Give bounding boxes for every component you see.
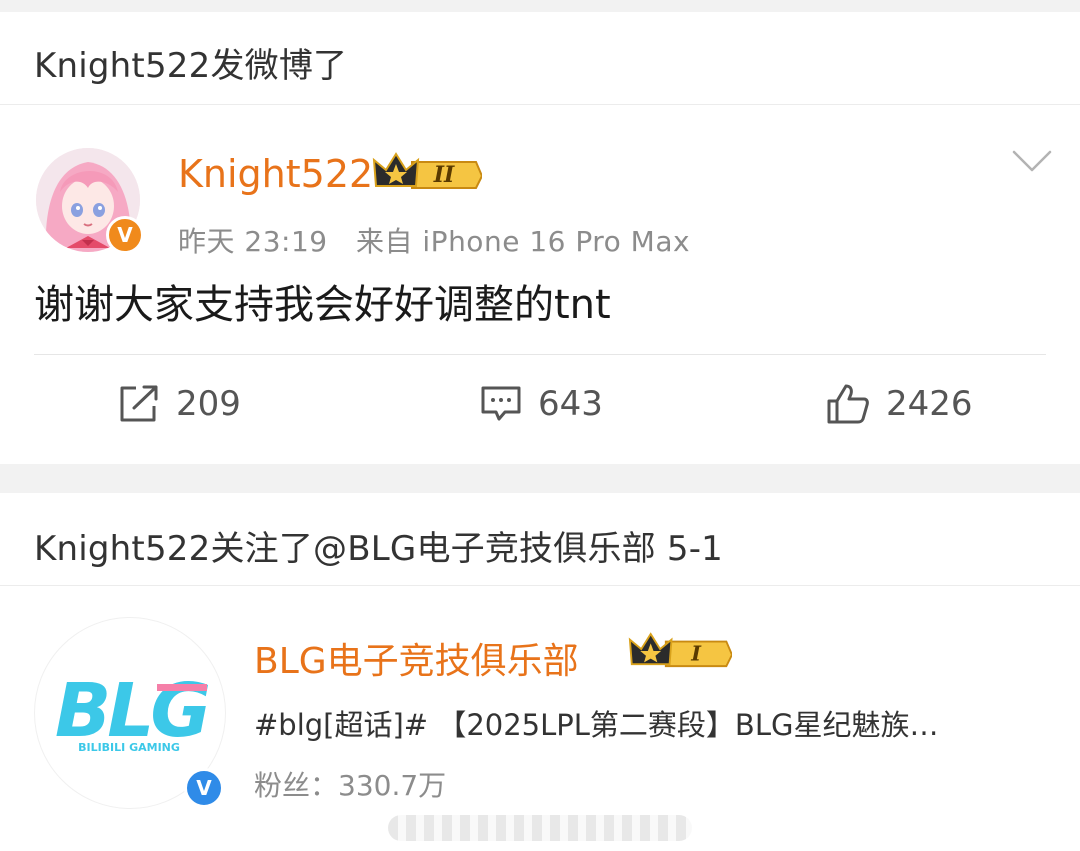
thumbs-up-icon bbox=[827, 384, 869, 424]
level-badge-text-blg: I bbox=[690, 640, 702, 665]
level-badge-text: II bbox=[433, 162, 455, 188]
follow-section-title: Knight522关注了@BLG电子竞技俱乐部 5-1 bbox=[34, 529, 724, 569]
like-button[interactable]: 2426 bbox=[826, 382, 973, 426]
repost-button[interactable]: 209 bbox=[118, 382, 241, 426]
horizontal-scroll-indicator[interactable] bbox=[388, 815, 692, 841]
comment-button[interactable]: 643 bbox=[480, 382, 603, 426]
blg-fans-count: 粉丝：330.7万 bbox=[254, 769, 447, 802]
chevron-down-icon[interactable] bbox=[1012, 148, 1052, 174]
blg-logo-subtext: BILIBILI GAMING bbox=[78, 741, 180, 754]
post-time: 昨天 23:19 bbox=[178, 225, 328, 258]
post-divider bbox=[34, 354, 1046, 355]
repost-count: 209 bbox=[176, 384, 241, 424]
post-body-text: 谢谢大家支持我会好好调整的tnt bbox=[34, 282, 611, 328]
blue-v-icon: V bbox=[184, 768, 224, 808]
follow-section-header[interactable]: Knight522关注了@BLG电子竞技俱乐部 5-1 bbox=[0, 493, 1080, 586]
post-section-title: Knight522发微博了 bbox=[34, 46, 348, 86]
post-source: 来自 iPhone 16 Pro Max bbox=[356, 225, 691, 258]
comment-count: 643 bbox=[538, 384, 603, 424]
like-count: 2426 bbox=[886, 384, 973, 424]
comment-icon bbox=[481, 386, 521, 421]
post-section-header[interactable]: Knight522发微博了 bbox=[0, 12, 1080, 105]
share-icon bbox=[120, 385, 158, 422]
orange-v-icon: V bbox=[106, 216, 144, 254]
blg-description: #blg[超话]# 【2025LPL第二赛段】BLG星纪魅族… bbox=[254, 708, 939, 742]
crown-level-badge: II bbox=[372, 152, 482, 189]
post-username[interactable]: Knight522 bbox=[178, 152, 373, 196]
crown-level-badge-blg: I bbox=[628, 632, 732, 668]
blg-account-name[interactable]: BLG电子竞技俱乐部 bbox=[254, 632, 579, 684]
